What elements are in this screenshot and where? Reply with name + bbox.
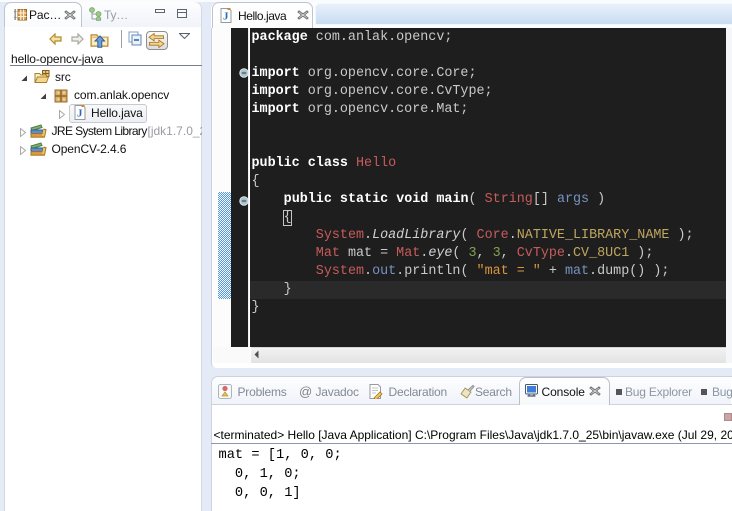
svg-text:J: J [223, 11, 229, 23]
svg-text:J: J [77, 108, 83, 120]
